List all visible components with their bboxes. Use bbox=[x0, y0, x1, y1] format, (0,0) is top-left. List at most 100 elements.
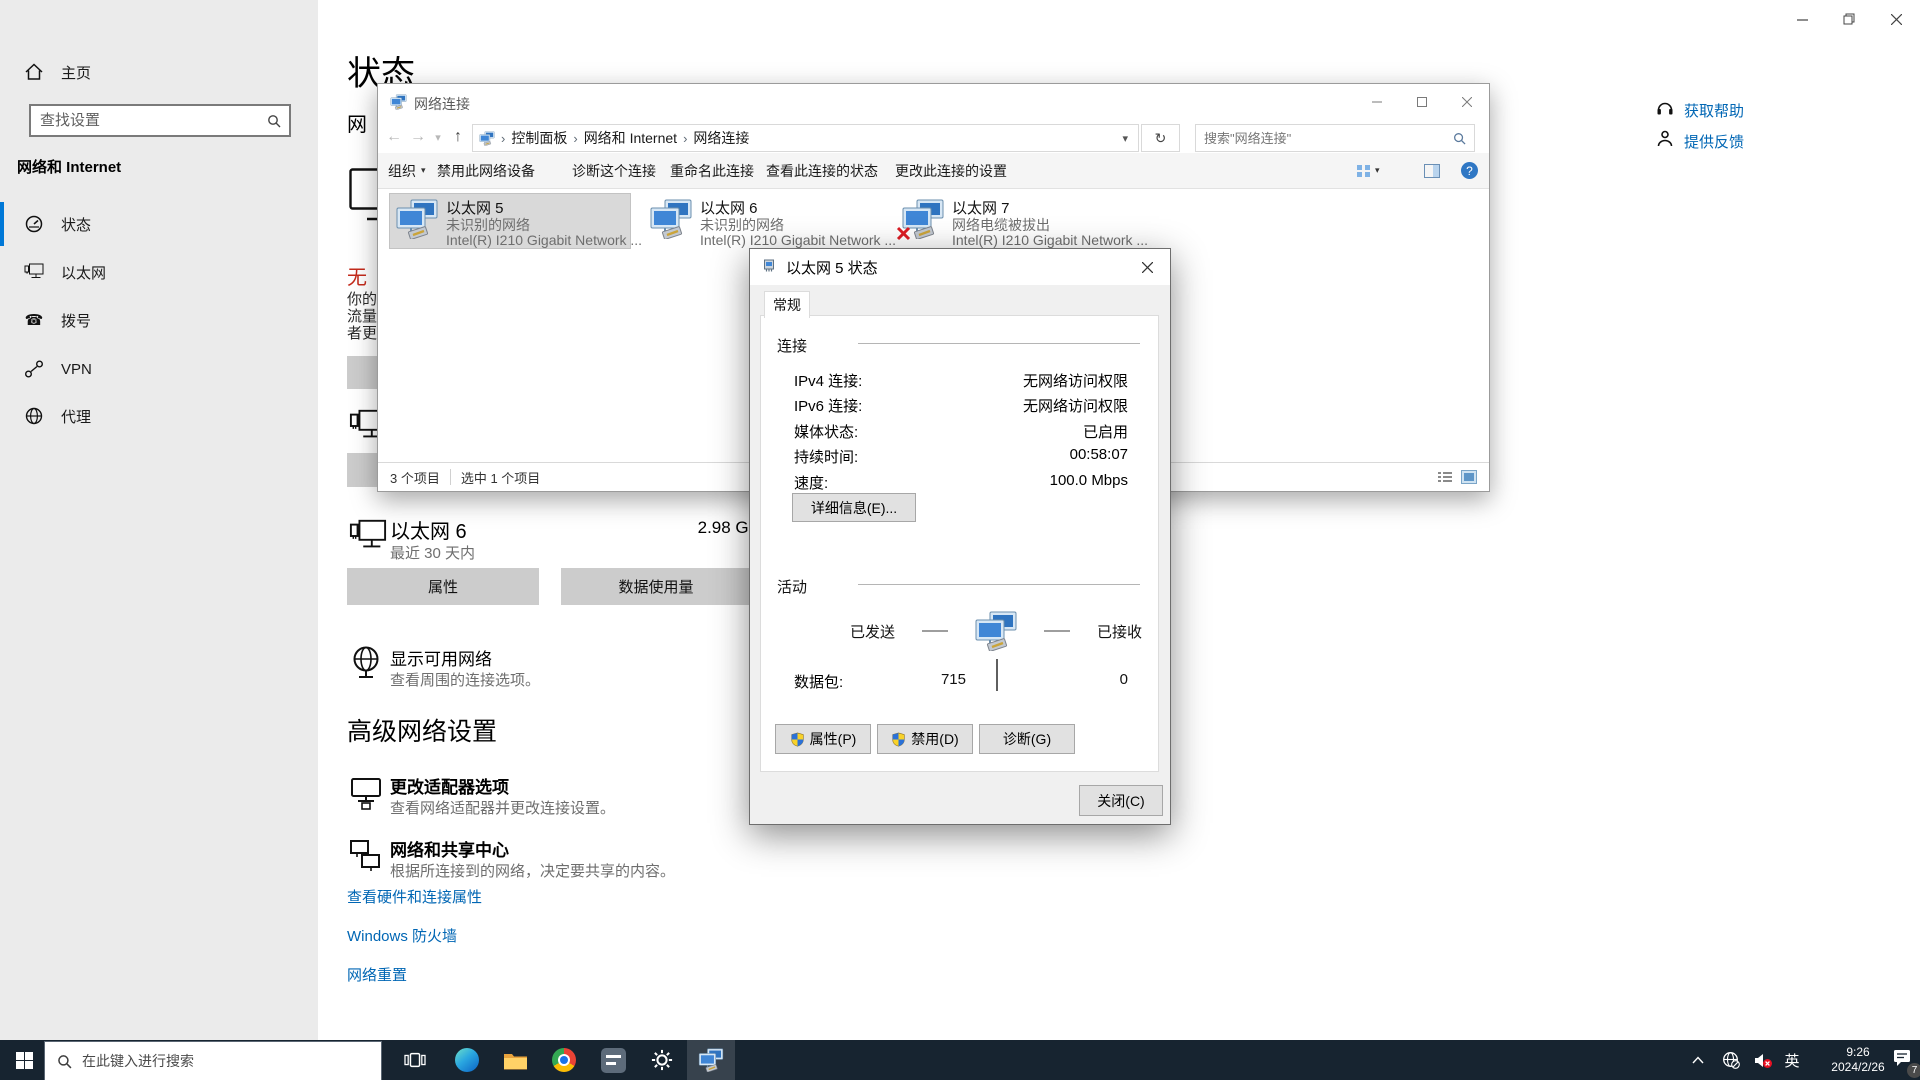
breadcrumb-network-connections[interactable]: 网络连接 bbox=[687, 128, 755, 148]
taskbar-search-box[interactable] bbox=[44, 1041, 382, 1080]
start-button[interactable] bbox=[0, 1040, 48, 1080]
speed-label: 速度: bbox=[794, 472, 828, 493]
search-icon[interactable] bbox=[267, 114, 281, 128]
address-dropdown-icon[interactable]: ▾ bbox=[1122, 132, 1128, 145]
explorer-close-button[interactable] bbox=[1444, 84, 1489, 120]
explorer-minimize-button[interactable] bbox=[1354, 84, 1399, 120]
help-icon[interactable] bbox=[1461, 162, 1478, 179]
edge-taskbar-button[interactable] bbox=[443, 1040, 491, 1080]
activity-computers-icon bbox=[974, 611, 1018, 651]
connection-item-ethernet5[interactable]: 以太网 5 未识别的网络 Intel(R) I210 Gigabit Netwo… bbox=[390, 194, 630, 248]
toolbar-organize[interactable]: 组织 ▾ bbox=[388, 153, 426, 188]
settings-taskbar-button[interactable] bbox=[638, 1040, 686, 1080]
toolbar-diagnose[interactable]: 诊断这个连接 bbox=[572, 153, 656, 188]
network-no-internet-tray[interactable] bbox=[1718, 1040, 1744, 1080]
toolbar-rename[interactable]: 重命名此连接 bbox=[670, 153, 754, 188]
disable-button[interactable]: 禁用(D) bbox=[877, 724, 973, 754]
statusbar-divider bbox=[450, 469, 451, 485]
thumbnail-view-icon[interactable] bbox=[1461, 470, 1477, 484]
action-center-button[interactable]: 7 bbox=[1890, 1040, 1920, 1080]
tray-expand-button[interactable] bbox=[1686, 1040, 1710, 1080]
duration-label: 持续时间: bbox=[794, 446, 858, 467]
feedback-link[interactable]: 提供反馈 bbox=[1684, 131, 1744, 152]
toolbar-disable-device[interactable]: 禁用此网络设备 bbox=[437, 153, 535, 188]
sidebar-item-ethernet[interactable]: 以太网 bbox=[0, 250, 318, 294]
search-icon[interactable] bbox=[1453, 132, 1466, 145]
input-language-indicator[interactable]: 英 bbox=[1780, 1040, 1804, 1080]
toolbar-view-status[interactable]: 查看此连接的状态 bbox=[766, 153, 878, 188]
back-icon[interactable]: ← bbox=[382, 128, 406, 146]
media-state-value: 已启用 bbox=[1083, 421, 1128, 442]
sidebar-item-vpn[interactable]: VPN bbox=[0, 347, 318, 391]
settings-search-input[interactable] bbox=[31, 111, 267, 130]
network-adapter-icon bbox=[395, 199, 439, 239]
change-adapter-title[interactable]: 更改适配器选项 bbox=[390, 773, 509, 798]
diagnose-button[interactable]: 诊断(G) bbox=[979, 724, 1075, 754]
uac-shield-icon bbox=[790, 732, 805, 747]
dialog-titlebar[interactable]: 以太网 5 状态 bbox=[750, 249, 1170, 285]
settings-close-button[interactable] bbox=[1879, 6, 1913, 32]
breadcrumb-control-panel[interactable]: 控制面板 bbox=[505, 128, 573, 148]
connection-item-ethernet7[interactable]: 以太网 7 网络电缆被拔出 Intel(R) I210 Gigabit Netw… bbox=[896, 194, 1136, 248]
file-explorer-taskbar-button[interactable] bbox=[491, 1040, 539, 1080]
sidebar-item-proxy[interactable]: 代理 bbox=[0, 394, 318, 438]
explorer-search-box[interactable] bbox=[1195, 124, 1475, 152]
chevron-down-icon: ▾ bbox=[1375, 165, 1380, 176]
close-dialog-button[interactable]: 关闭(C) bbox=[1079, 785, 1163, 816]
details-view-icon[interactable] bbox=[1437, 470, 1453, 484]
sidebar-item-dialup[interactable]: ☎ 拨号 bbox=[0, 298, 318, 342]
get-help-link[interactable]: 获取帮助 bbox=[1684, 100, 1744, 121]
network-center-title[interactable]: 网络和共享中心 bbox=[390, 836, 509, 861]
chevron-up-icon bbox=[1692, 1056, 1704, 1064]
sidebar-item-status[interactable]: 状态 bbox=[0, 202, 318, 246]
task-view-button[interactable] bbox=[391, 1040, 439, 1080]
available-networks-title[interactable]: 显示可用网络 bbox=[390, 645, 492, 670]
forward-icon[interactable]: → bbox=[406, 128, 430, 146]
connection-item-ethernet6[interactable]: 以太网 6 未识别的网络 Intel(R) I210 Gigabit Netwo… bbox=[644, 194, 884, 248]
ethernet-plug-icon bbox=[762, 259, 776, 275]
view-large-icons-button[interactable]: ▾ bbox=[1356, 153, 1380, 188]
group-divider bbox=[858, 584, 1140, 585]
preview-pane-button[interactable] bbox=[1424, 153, 1440, 188]
adapter2-data-usage-button[interactable]: 数据使用量 bbox=[561, 568, 751, 605]
task-view-icon bbox=[404, 1050, 426, 1070]
sent-label: 已发送 bbox=[850, 621, 895, 642]
pinned-app-button[interactable] bbox=[589, 1040, 637, 1080]
breadcrumb-network-internet[interactable]: 网络和 Internet bbox=[578, 128, 683, 148]
dialog-close-button[interactable] bbox=[1125, 249, 1170, 285]
sidebar-item-label: 主页 bbox=[61, 62, 91, 83]
adapter2-ethernet-icon bbox=[349, 517, 387, 555]
up-icon[interactable]: ↑ bbox=[446, 128, 470, 146]
sidebar-item-home[interactable]: 主页 bbox=[0, 50, 318, 94]
sidebar-item-label: VPN bbox=[61, 361, 92, 378]
explorer-titlebar[interactable]: 网络连接 bbox=[378, 84, 1489, 121]
status-gauge-icon bbox=[24, 214, 44, 234]
adapter2-properties-button[interactable]: 属性 bbox=[347, 568, 539, 605]
settings-minimize-button[interactable] bbox=[1785, 6, 1819, 32]
settings-search-box[interactable] bbox=[29, 104, 291, 137]
chrome-taskbar-button[interactable] bbox=[540, 1040, 588, 1080]
phone-dial-icon: ☎ bbox=[24, 311, 44, 329]
history-chevron-icon[interactable]: ▾ bbox=[430, 131, 446, 144]
breadcrumb[interactable]: › 控制面板 › 网络和 Internet › 网络连接 ▾ bbox=[472, 124, 1139, 152]
home-icon bbox=[24, 62, 44, 82]
settings-restore-button[interactable] bbox=[1832, 6, 1866, 32]
tab-general[interactable]: 常规 bbox=[764, 291, 810, 318]
link-hardware-properties[interactable]: 查看硬件和连接属性 bbox=[347, 886, 482, 907]
volume-muted-tray[interactable] bbox=[1750, 1040, 1776, 1080]
globe-no-internet-icon bbox=[1722, 1051, 1740, 1069]
explorer-search-input[interactable] bbox=[1196, 130, 1453, 147]
connection-device: Intel(R) I210 Gigabit Network ... bbox=[700, 232, 896, 248]
desktop: 设置 主页 网络和 Internet bbox=[0, 0, 1920, 1080]
duration-value: 00:58:07 bbox=[1070, 446, 1128, 463]
properties-button[interactable]: 属性(P) bbox=[775, 724, 871, 754]
link-network-reset[interactable]: 网络重置 bbox=[347, 964, 407, 985]
taskbar-search-input[interactable] bbox=[72, 1052, 381, 1070]
explorer-maximize-button[interactable] bbox=[1399, 84, 1444, 120]
toolbar-change-settings[interactable]: 更改此连接的设置 bbox=[895, 153, 1007, 188]
details-button[interactable]: 详细信息(E)... bbox=[792, 493, 916, 522]
refresh-button[interactable]: ↻ bbox=[1141, 124, 1180, 152]
network-connections-taskbar-button[interactable] bbox=[687, 1040, 735, 1080]
link-windows-firewall[interactable]: Windows 防火墙 bbox=[347, 925, 457, 946]
uac-shield-icon bbox=[891, 732, 906, 747]
